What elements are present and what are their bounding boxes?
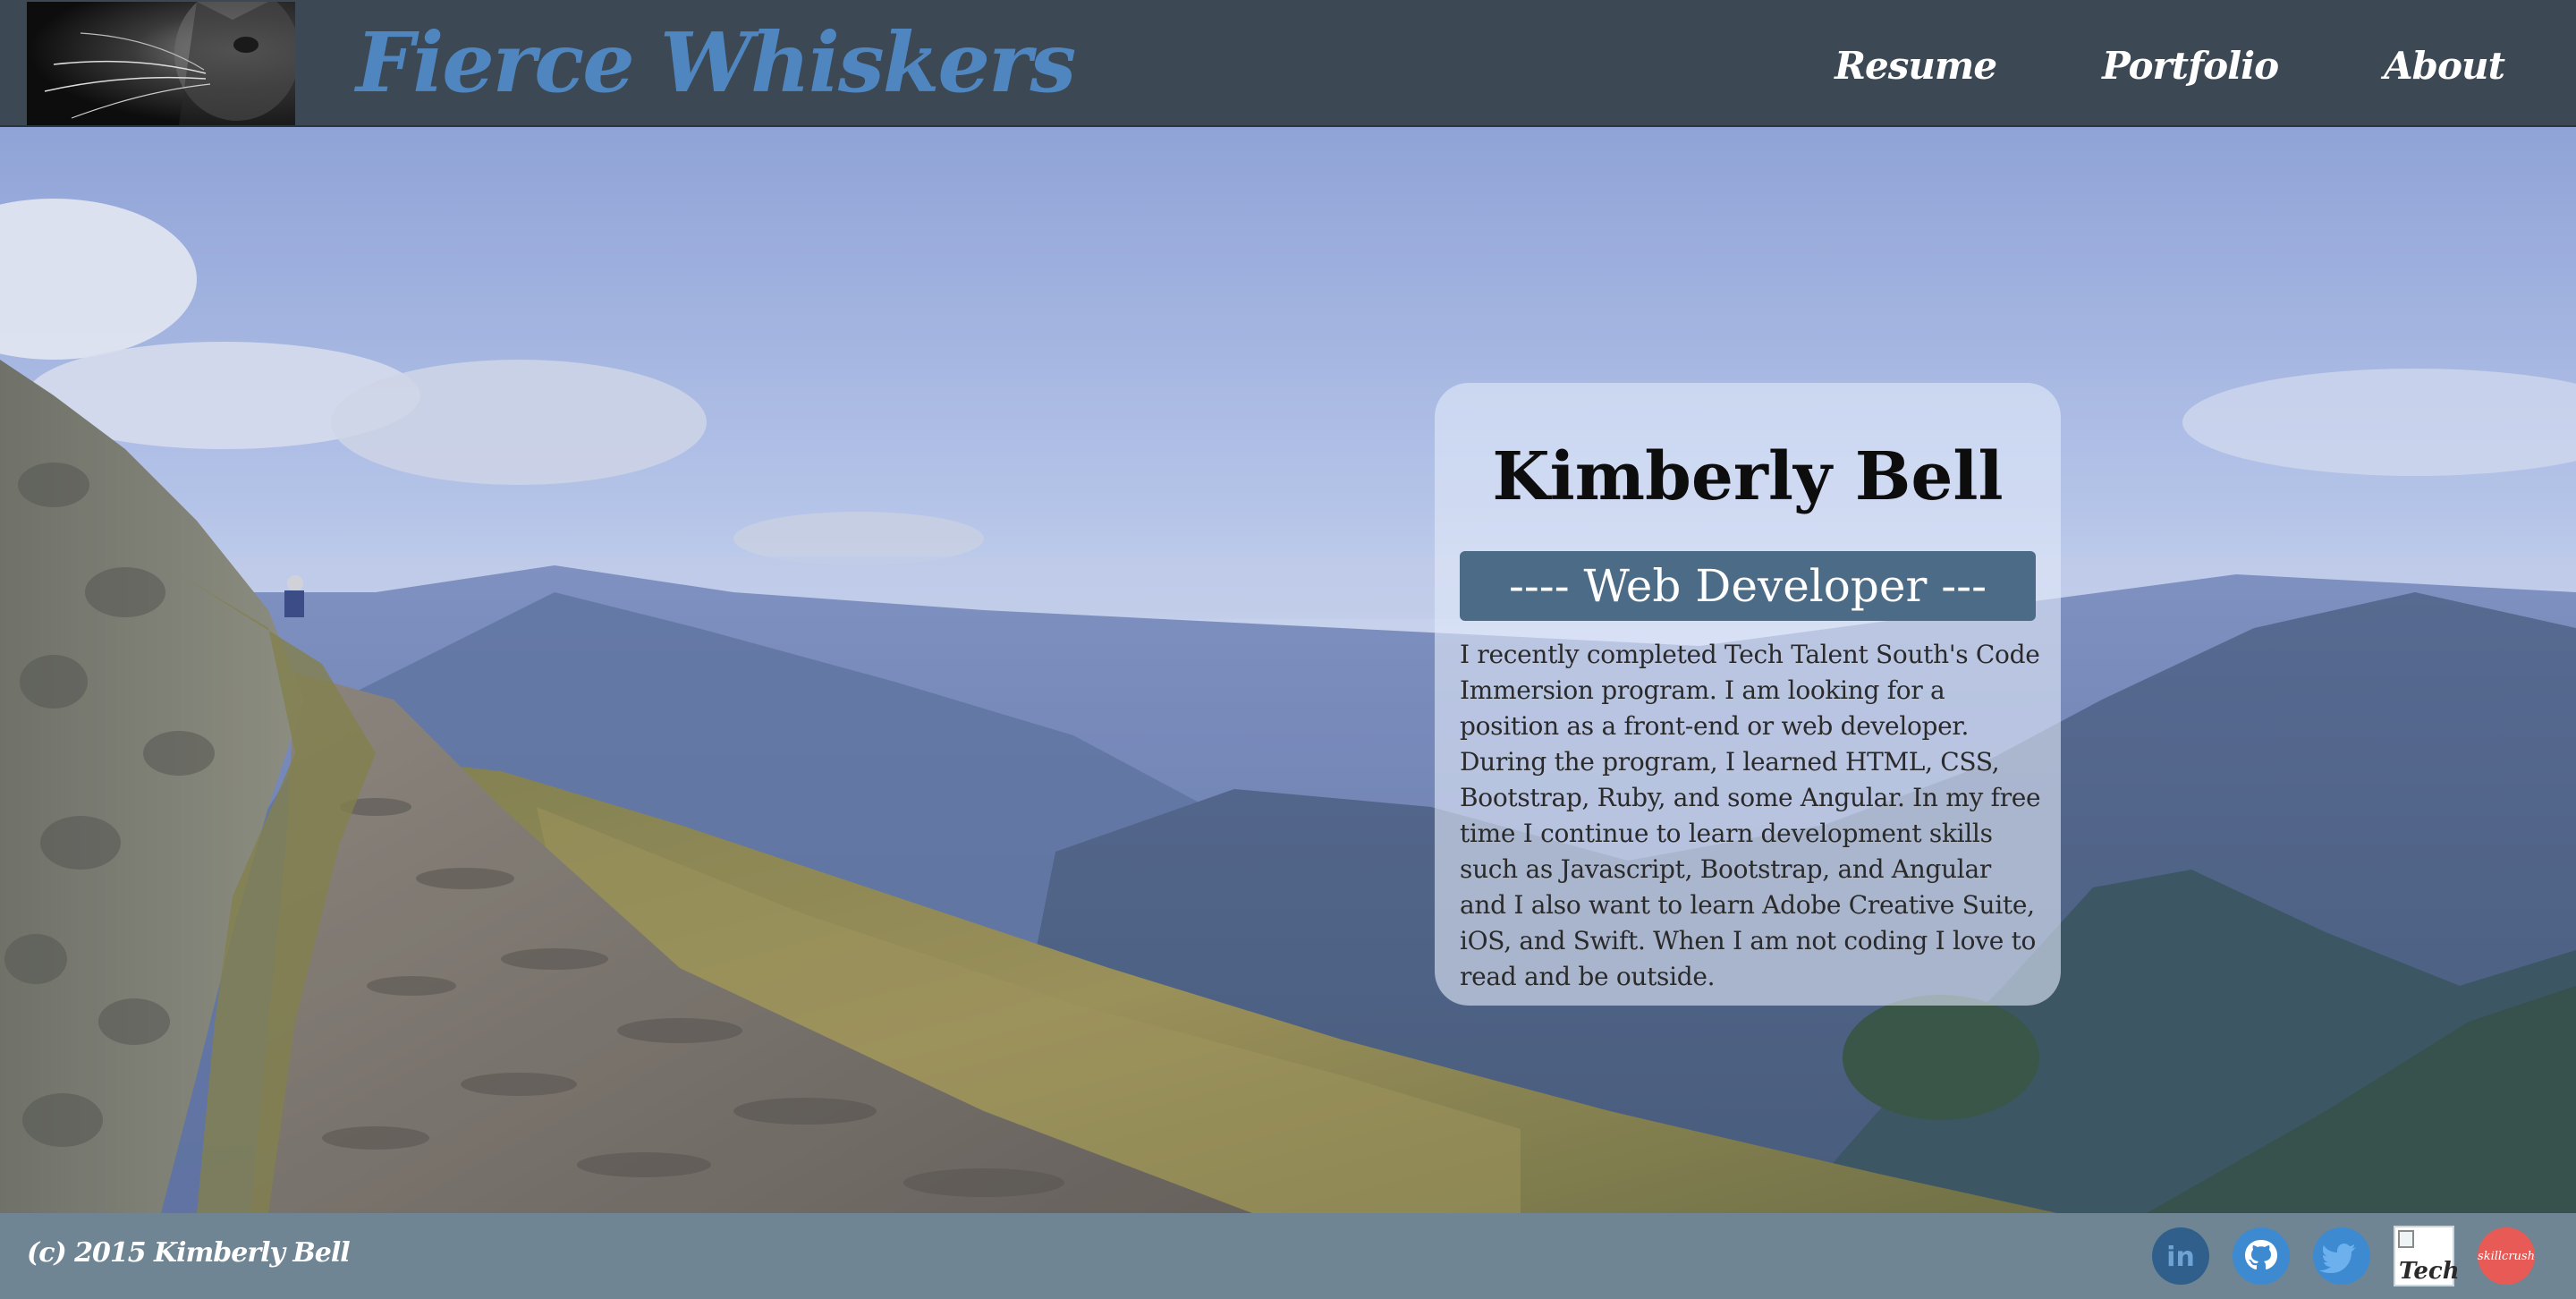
twitter-icon[interactable]: [2313, 1227, 2370, 1285]
nav-portfolio-link[interactable]: Portfolio: [2102, 39, 2279, 93]
profile-bio: I recently completed Tech Talent South's…: [1460, 640, 2041, 991]
site-brand-title[interactable]: Fierce Whiskers: [356, 9, 1076, 116]
nav-resume-link[interactable]: Resume: [1835, 39, 1997, 93]
social-links: in Tech skillcrush: [2152, 1226, 2535, 1286]
site-footer: (c) 2015 Kimberly Bell in Tech skillcrus…: [0, 1213, 2576, 1299]
broken-image-icon: [2398, 1230, 2414, 1248]
copyright-text: (c) 2015 Kimberly Bell: [27, 1237, 351, 1269]
skillcrush-icon-text: skillcrush: [2478, 1249, 2535, 1263]
profile-role-banner: ---- Web Developer ---: [1460, 551, 2036, 621]
profile-name: Kimberly Bell: [1492, 438, 2004, 515]
tech-talent-south-alt-text: Tech: [2399, 1258, 2460, 1285]
tech-talent-south-icon[interactable]: Tech: [2394, 1226, 2460, 1286]
linkedin-icon[interactable]: in: [2152, 1227, 2209, 1285]
site-header: Fierce Whiskers Resume Portfolio About: [0, 0, 2576, 127]
linkedin-icon-text: in: [2166, 1242, 2195, 1273]
github-icon[interactable]: [2233, 1227, 2290, 1285]
nav-about-link[interactable]: About: [2384, 39, 2505, 93]
skillcrush-icon[interactable]: skillcrush: [2478, 1227, 2535, 1285]
hero-section: Kimberly Bell ---- Web Developer --- I r…: [0, 127, 2576, 1213]
cat-logo-image[interactable]: [27, 2, 295, 125]
mountain-trail-background: [0, 127, 2576, 1213]
main-nav: Resume Portfolio About: [1835, 39, 2505, 93]
profile-card: Kimberly Bell ---- Web Developer --- I r…: [1435, 383, 2061, 1006]
